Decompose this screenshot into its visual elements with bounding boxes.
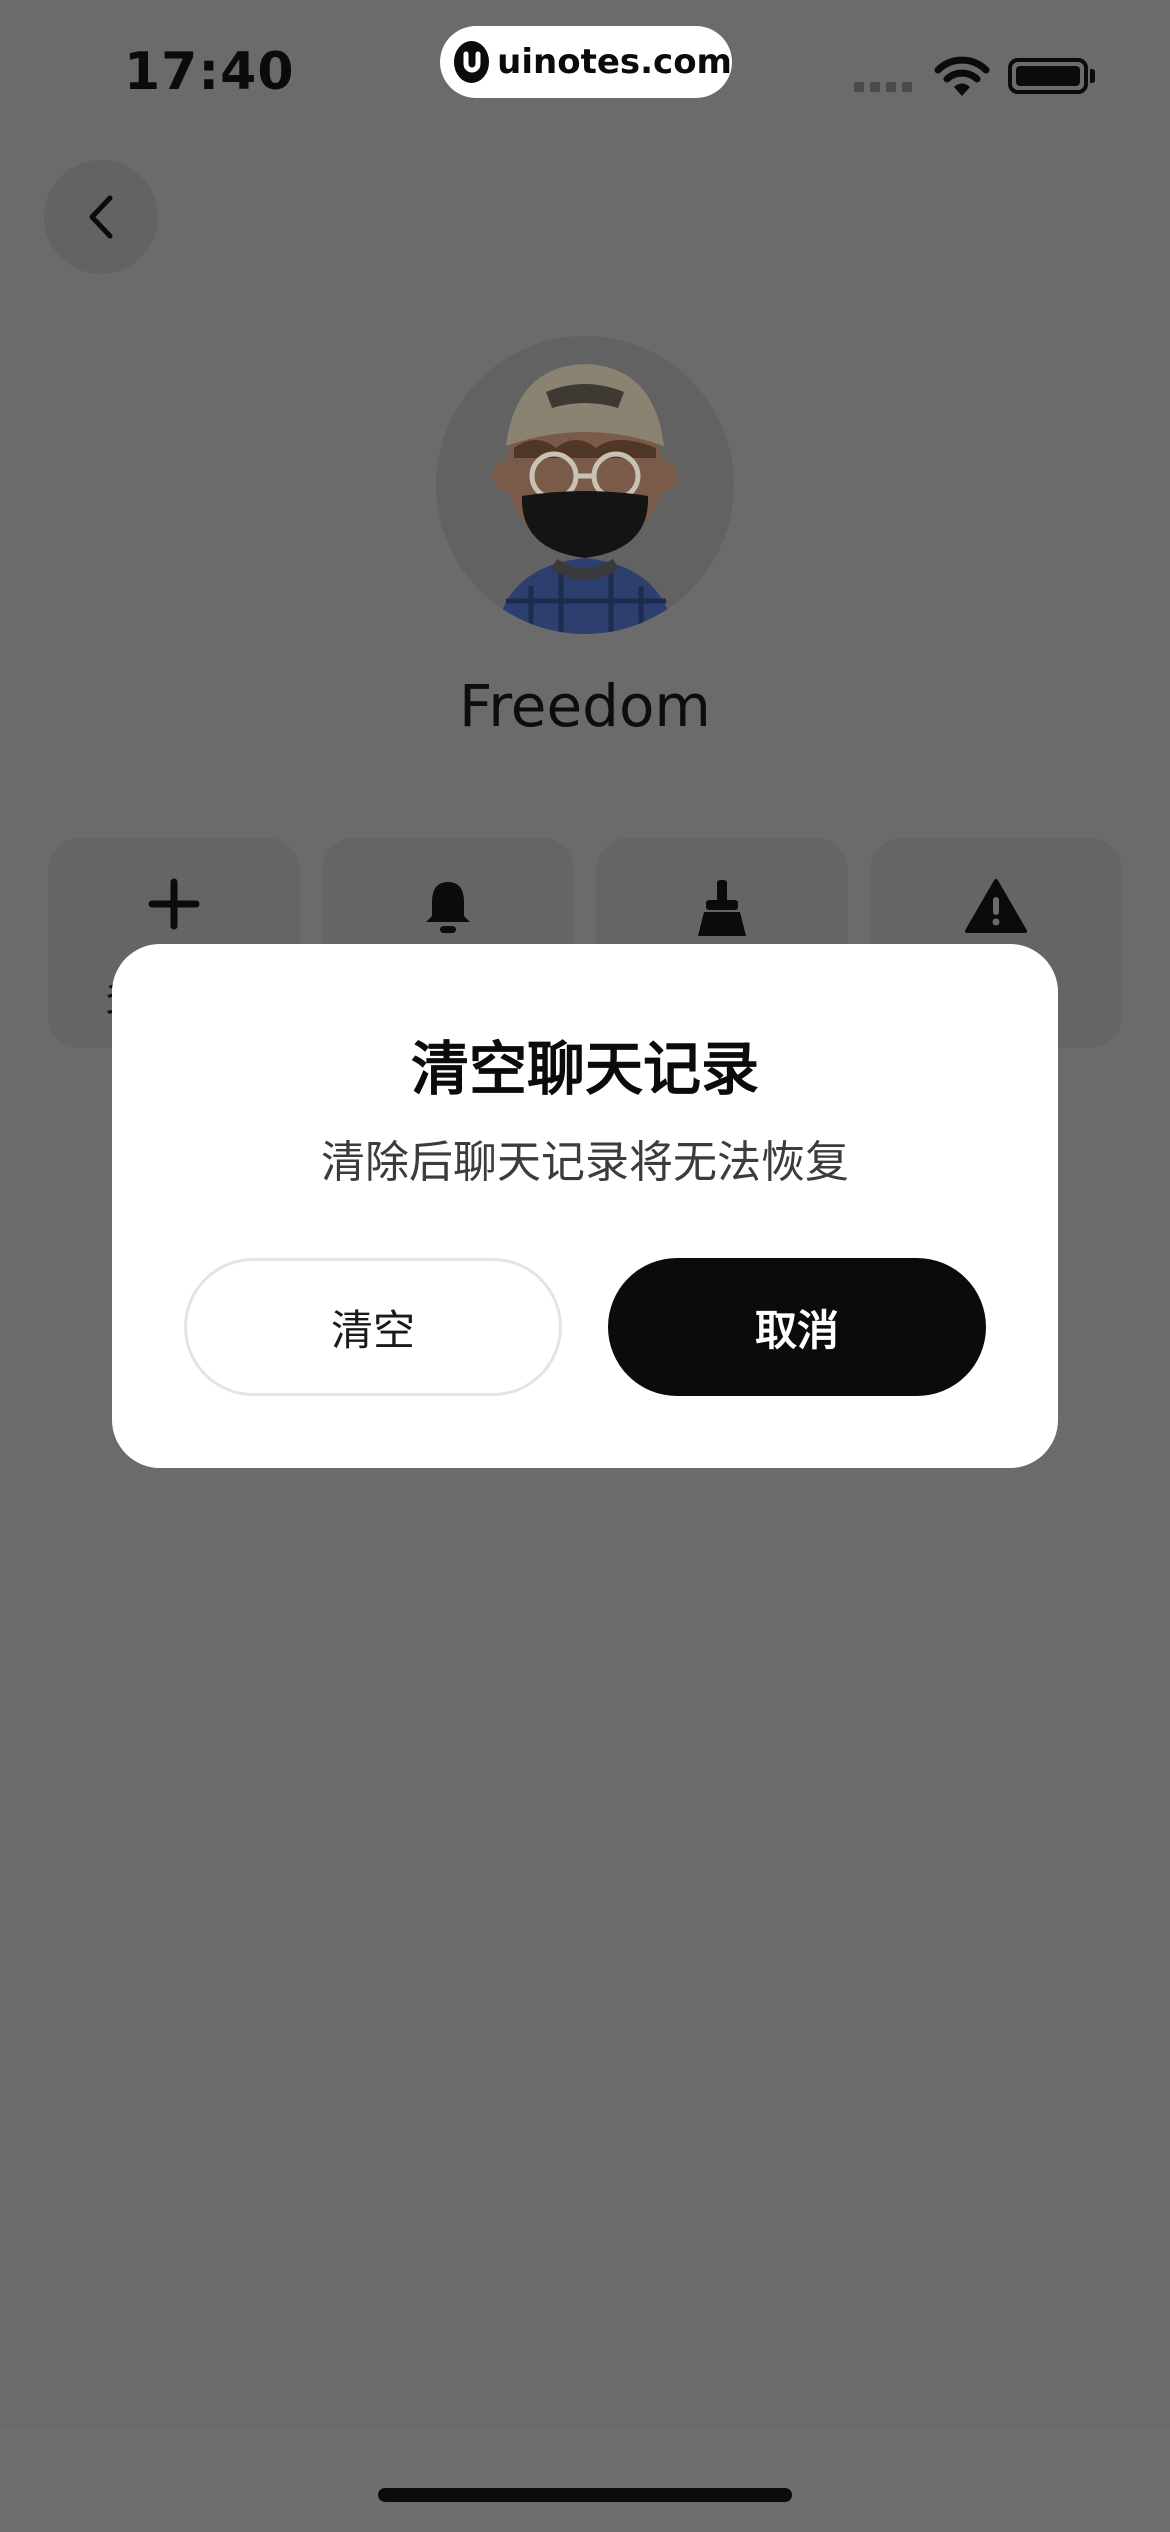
home-indicator[interactable]	[378, 2488, 792, 2502]
chevron-left-icon	[89, 195, 113, 239]
watermark-logo-icon	[454, 41, 490, 83]
battery-cap	[1090, 69, 1095, 83]
dialog-title: 清空聊天记录	[410, 1035, 759, 1103]
cancel-button[interactable]: 取消	[608, 1258, 986, 1396]
profile-name: Freedom	[459, 672, 711, 740]
status-time: 17:40	[124, 42, 295, 102]
back-button[interactable]	[44, 160, 158, 274]
clear-history-dialog: 清空聊天记录 清除后聊天记录将无法恢复 清空 取消	[112, 944, 1058, 1468]
cellular-signal-icon	[854, 82, 912, 92]
watermark-text: uinotes.com	[497, 42, 732, 82]
watermark-badge: uinotes.com	[440, 26, 732, 98]
wifi-icon	[934, 56, 990, 102]
bell-icon	[426, 882, 470, 933]
avatar-illustration	[492, 364, 678, 634]
battery-icon	[1008, 58, 1088, 94]
plus-icon	[148, 878, 200, 930]
broom-icon	[698, 880, 746, 936]
status-bar: 17:40 uinotes.com	[0, 0, 1170, 140]
avatar[interactable]	[436, 336, 734, 634]
dialog-message: 清除后聊天记录将无法恢复	[321, 1137, 849, 1188]
clear-button[interactable]: 清空	[184, 1258, 562, 1396]
warning-icon	[965, 879, 1027, 933]
home-bar-area	[0, 2428, 1170, 2532]
